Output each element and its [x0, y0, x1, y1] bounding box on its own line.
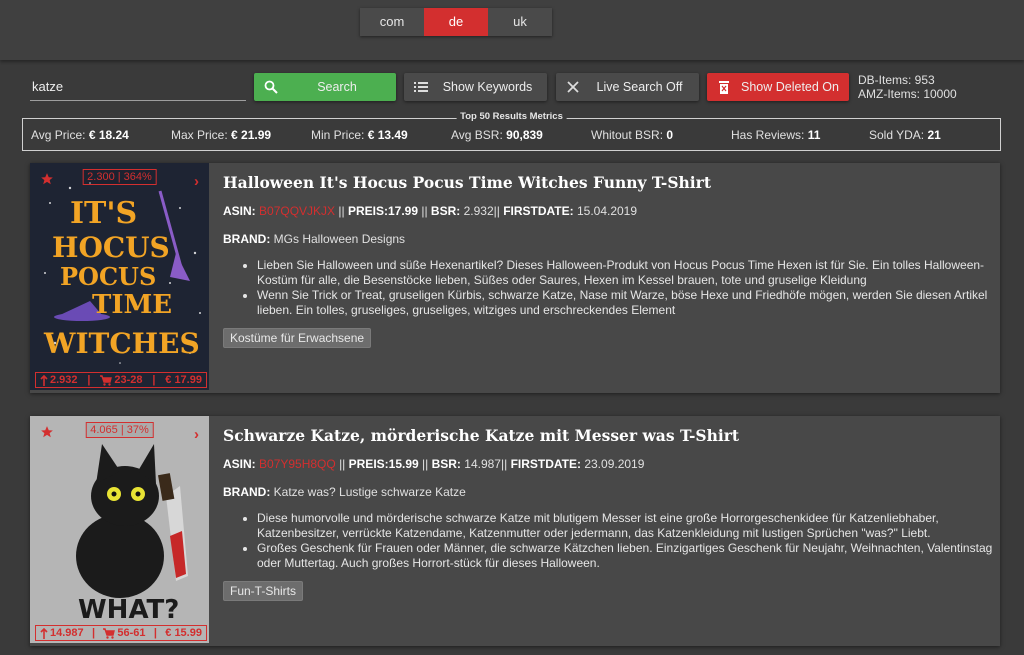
stats-badge: 14.987 | 56-61 | € 15.99 — [35, 625, 207, 641]
favorite-star-icon[interactable] — [40, 425, 54, 439]
marketplace-de-button[interactable]: de — [424, 8, 488, 36]
close-icon — [556, 81, 590, 93]
stats-badge: 2.932 | 23-28 | € 17.99 — [35, 372, 207, 388]
category-tag[interactable]: Kostüme für Erwachsene — [223, 328, 372, 348]
cart-stat: 23-28 — [100, 374, 142, 386]
metric-has-reviews: Has Reviews: 11 — [731, 128, 821, 142]
price-stat: € 15.99 — [165, 627, 202, 639]
marketplace-com-button[interactable]: com — [360, 8, 424, 36]
db-items-count: DB-Items: 953 — [858, 73, 935, 87]
metric-min-price: Min Price: € 13.49 — [311, 128, 408, 142]
product-card: IT'S HOCUS POCUS TIME WITCHES › 2.300 | … — [30, 163, 1000, 393]
product-title[interactable]: Schwarze Katze, mörderische Katze mit Me… — [223, 426, 993, 445]
bullet-point: Lieben Sie Halloween und süße Hexenartik… — [257, 258, 993, 288]
live-search-toggle[interactable]: Live Search Off — [556, 73, 699, 101]
product-meta: ASIN: B07QQVJKJX || PREIS:17.99 || BSR: … — [223, 204, 638, 218]
bullet-point: Diese humorvolle und mörderische schwarz… — [257, 511, 993, 541]
list-icon — [404, 81, 438, 93]
product-image[interactable]: WHAT? › 4.065 | 37% 14.987 | 56-61 | € 1… — [30, 416, 209, 643]
chevron-right-icon[interactable]: › — [194, 426, 199, 443]
metric-max-price: Max Price: € 21.99 — [171, 128, 272, 142]
artwork-text-pocus: POCUS — [60, 262, 156, 291]
live-search-label: Live Search Off — [596, 80, 683, 94]
metric-sold-yda: Sold YDA: 21 — [869, 128, 941, 142]
artwork-text-its: IT'S — [70, 196, 137, 231]
product-title[interactable]: Halloween It's Hocus Pocus Time Witches … — [223, 173, 993, 192]
category-tag[interactable]: Fun-T-Shirts — [223, 581, 304, 601]
artwork-text-what: WHAT? — [78, 595, 179, 625]
artwork-text-hocus: HOCUS — [52, 231, 170, 264]
delete-icon — [707, 80, 741, 94]
marketplace-uk-button[interactable]: uk — [488, 8, 552, 36]
product-image[interactable]: IT'S HOCUS POCUS TIME WITCHES › 2.300 | … — [30, 163, 209, 390]
black-cat-artwork: WHAT? — [76, 444, 188, 625]
asin-link[interactable]: B07Y95H8QQ — [259, 457, 336, 471]
price-stat: € 17.99 — [165, 374, 202, 386]
arrow-up-icon — [40, 627, 48, 639]
product-bullets: Lieben Sie Halloween und süße Hexenartik… — [257, 258, 993, 318]
bsr-stat: 2.932 — [40, 374, 78, 386]
show-deleted-label: Show Deleted On — [741, 80, 839, 94]
sales-badge: 4.065 | 37% — [85, 422, 154, 438]
search-button[interactable]: Search — [254, 73, 396, 101]
asin-link[interactable]: B07QQVJKJX — [259, 204, 335, 218]
bsr-stat: 14.987 — [40, 627, 84, 639]
product-meta: ASIN: B07Y95H8QQ || PREIS:15.99 || BSR: … — [223, 457, 645, 471]
product-bullets: Diese humorvolle und mörderische schwarz… — [257, 511, 993, 571]
show-keywords-label: Show Keywords — [442, 80, 533, 94]
metrics-title: Top 50 Results Metrics — [456, 111, 567, 122]
product-card: WHAT? › 4.065 | 37% 14.987 | 56-61 | € 1… — [30, 416, 1000, 646]
show-deleted-toggle[interactable]: Show Deleted On — [707, 73, 849, 101]
amz-items-count: AMZ-Items: 10000 — [858, 87, 957, 101]
metric-avg-bsr: Avg BSR: 90,839 — [451, 128, 543, 142]
search-input[interactable] — [30, 72, 246, 101]
search-icon — [254, 80, 288, 94]
metric-without-bsr: Whitout BSR: 0 — [591, 128, 674, 142]
hocus-pocus-artwork: IT'S HOCUS POCUS TIME WITCHES — [43, 182, 201, 364]
product-brand: BRAND: Katze was? Lustige schwarze Katze — [223, 485, 466, 499]
cart-icon — [103, 627, 116, 639]
metrics-panel: Top 50 Results Metrics Avg Price: € 18.2… — [22, 111, 1001, 151]
favorite-star-icon[interactable] — [40, 172, 54, 186]
cart-stat: 56-61 — [103, 627, 146, 639]
artwork-text-witches: WITCHES — [43, 327, 200, 360]
product-details: Halloween It's Hocus Pocus Time Witches … — [223, 173, 993, 348]
cart-icon — [100, 374, 113, 386]
artwork-text-time: TIME — [92, 290, 172, 320]
bullet-point: Großes Geschenk für Frauen oder Männer, … — [257, 541, 993, 571]
top-bar: com de uk — [0, 0, 1024, 60]
product-brand: BRAND: MGs Halloween Designs — [223, 232, 406, 246]
marketplace-switch: com de uk — [360, 8, 552, 36]
bullet-point: Wenn Sie Trick or Treat, gruseligen Kürb… — [257, 288, 993, 318]
db-info: DB-Items: 953 AMZ-Items: 10000 — [858, 73, 957, 101]
chevron-right-icon[interactable]: › — [194, 173, 199, 190]
show-keywords-button[interactable]: Show Keywords — [404, 73, 547, 101]
search-button-label: Search — [317, 80, 357, 94]
sales-badge: 2.300 | 364% — [82, 169, 157, 185]
metric-avg-price: Avg Price: € 18.24 — [31, 128, 129, 142]
arrow-up-icon — [40, 374, 48, 386]
product-details: Schwarze Katze, mörderische Katze mit Me… — [223, 426, 993, 601]
